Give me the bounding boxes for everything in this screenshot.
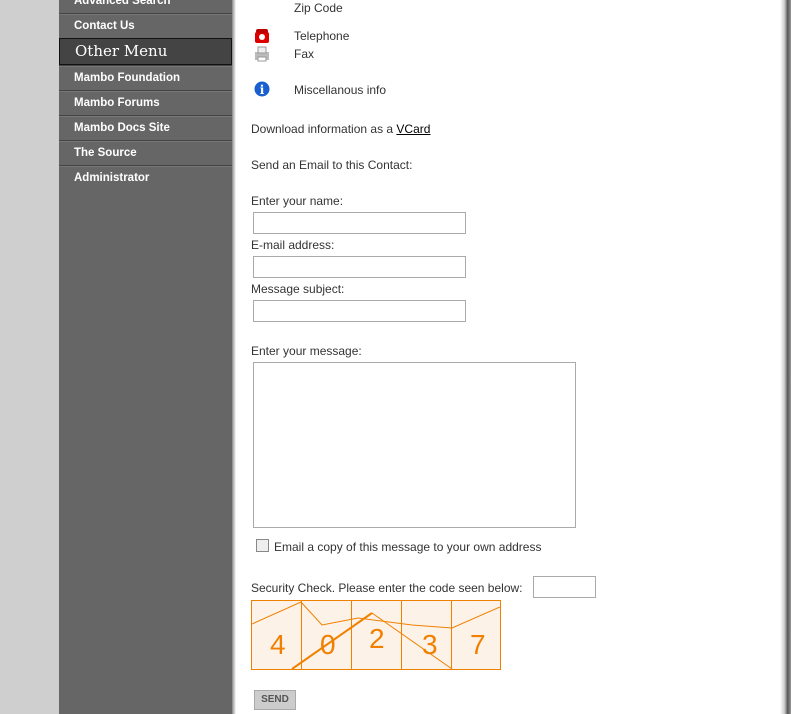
security-code-input[interactable] — [533, 576, 596, 598]
telephone-label: Telephone — [294, 29, 350, 43]
email-input[interactable] — [253, 256, 466, 278]
info-icon: i — [254, 81, 270, 97]
captcha-digit: 2 — [369, 623, 385, 654]
download-text: Download information as a VCard — [251, 122, 430, 136]
fax-label: Fax — [294, 47, 315, 61]
captcha-digit: 7 — [470, 629, 486, 660]
subject-input[interactable] — [253, 300, 466, 322]
captcha-image: 4 0 2 3 7 — [251, 600, 501, 670]
name-input[interactable] — [253, 212, 466, 234]
misc-label: Miscellanous info — [294, 83, 387, 97]
captcha-digit: 0 — [320, 629, 336, 660]
menu-item-mambo-forums[interactable]: Mambo Forums — [59, 90, 232, 114]
vcard-link[interactable]: VCard — [396, 122, 430, 136]
security-label: Security Check. Please enter the code se… — [251, 581, 523, 595]
menu-item-administrator[interactable]: Administrator — [59, 165, 232, 189]
copy-label: Email a copy of this message to your own… — [274, 540, 542, 554]
form-intro: Send an Email to this Contact: — [251, 158, 413, 172]
zip-label: Zip Code — [294, 1, 343, 15]
message-textarea[interactable] — [253, 362, 576, 528]
other-menu-heading: Other Menu — [59, 38, 232, 65]
send-button[interactable]: SEND — [254, 690, 296, 710]
menu-item-advanced-search[interactable]: Advanced Search — [59, 0, 232, 12]
shadow — [780, 0, 791, 714]
fax-icon — [255, 46, 269, 62]
name-label: Enter your name: — [251, 194, 344, 208]
menu-item-mambo-docs[interactable]: Mambo Docs Site — [59, 115, 232, 139]
menu-item-contact-us[interactable]: Contact Us — [59, 13, 232, 37]
copy-checkbox[interactable] — [256, 539, 269, 552]
svg-text:i: i — [260, 83, 265, 97]
telephone-icon — [255, 29, 269, 43]
message-label: Enter your message: — [251, 344, 362, 358]
email-label: E-mail address: — [251, 238, 335, 252]
download-prefix: Download information as a — [251, 122, 397, 136]
captcha-digit: 3 — [422, 629, 438, 660]
subject-label: Message subject: — [251, 282, 345, 296]
menu-item-mambo-foundation[interactable]: Mambo Foundation — [59, 65, 232, 89]
sidebar-menu: Advanced Search Contact Us Other Menu Ma… — [59, 0, 232, 714]
menu-item-the-source[interactable]: The Source — [59, 140, 232, 164]
captcha-digit: 4 — [270, 629, 286, 660]
